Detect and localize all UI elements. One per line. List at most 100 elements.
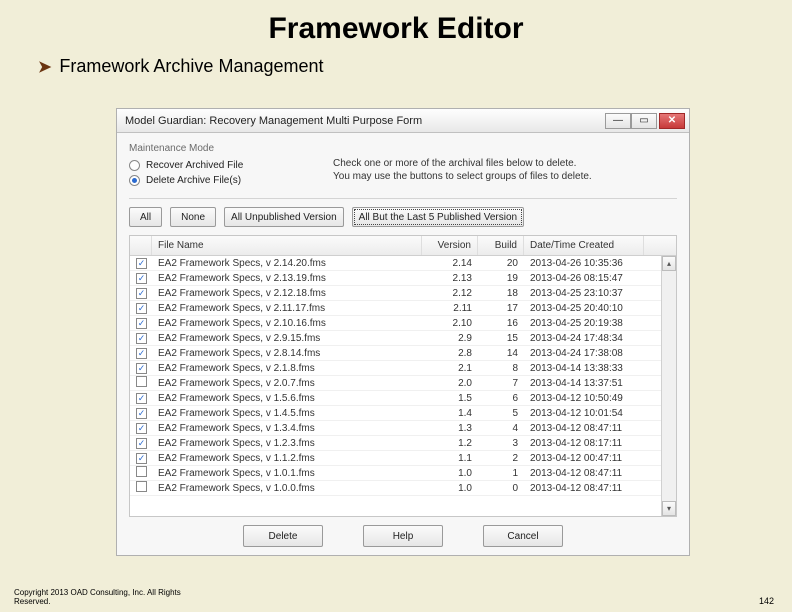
- cell-filename: EA2 Framework Specs, v 2.14.20.fms: [152, 258, 422, 269]
- row-checkbox[interactable]: [130, 303, 152, 314]
- row-checkbox[interactable]: [130, 363, 152, 374]
- table-row[interactable]: EA2 Framework Specs, v 2.0.7.fms2.072013…: [130, 376, 676, 391]
- table-row[interactable]: EA2 Framework Specs, v 2.13.19.fms2.1319…: [130, 271, 676, 286]
- table-row[interactable]: EA2 Framework Specs, v 1.1.2.fms1.122013…: [130, 451, 676, 466]
- cell-build: 6: [478, 393, 524, 404]
- table-row[interactable]: EA2 Framework Specs, v 2.10.16.fms2.1016…: [130, 316, 676, 331]
- row-checkbox[interactable]: [130, 481, 152, 495]
- cell-build: 18: [478, 288, 524, 299]
- table-row[interactable]: EA2 Framework Specs, v 2.12.18.fms2.1218…: [130, 286, 676, 301]
- col-build[interactable]: Build: [478, 236, 524, 255]
- cell-version: 1.5: [422, 393, 478, 404]
- row-checkbox[interactable]: [130, 376, 152, 390]
- cell-version: 1.2: [422, 438, 478, 449]
- cell-date: 2013-04-25 20:19:38: [524, 318, 644, 329]
- cell-build: 7: [478, 378, 524, 389]
- maximize-button[interactable]: ▭: [631, 113, 657, 129]
- col-date[interactable]: Date/Time Created: [524, 236, 644, 255]
- cell-build: 0: [478, 483, 524, 494]
- cell-date: 2013-04-25 23:10:37: [524, 288, 644, 299]
- help-button[interactable]: Help: [363, 525, 443, 547]
- mode-label: Maintenance Mode: [129, 143, 677, 154]
- checkbox-icon: [136, 288, 147, 299]
- cell-build: 19: [478, 273, 524, 284]
- row-checkbox[interactable]: [130, 438, 152, 449]
- table-row[interactable]: EA2 Framework Specs, v 1.5.6.fms1.562013…: [130, 391, 676, 406]
- close-button[interactable]: ✕: [659, 113, 685, 129]
- select-all-but-last5-button[interactable]: All But the Last 5 Published Version: [352, 207, 524, 227]
- cell-version: 2.1: [422, 363, 478, 374]
- cell-build: 2: [478, 453, 524, 464]
- row-checkbox[interactable]: [130, 273, 152, 284]
- row-checkbox[interactable]: [130, 466, 152, 480]
- cell-filename: EA2 Framework Specs, v 1.4.5.fms: [152, 408, 422, 419]
- table-header: File Name Version Build Date/Time Create…: [130, 236, 676, 256]
- checkbox-icon: [136, 408, 147, 419]
- row-checkbox[interactable]: [130, 333, 152, 344]
- cell-version: 2.14: [422, 258, 478, 269]
- cell-version: 2.12: [422, 288, 478, 299]
- dialog-window: Model Guardian: Recovery Management Mult…: [116, 108, 690, 556]
- radio-delete[interactable]: Delete Archive File(s): [129, 175, 309, 186]
- cell-filename: EA2 Framework Specs, v 2.1.8.fms: [152, 363, 422, 374]
- radio-icon: [129, 175, 140, 186]
- table-row[interactable]: EA2 Framework Specs, v 2.1.8.fms2.182013…: [130, 361, 676, 376]
- scrollbar[interactable]: ▴ ▾: [661, 256, 676, 516]
- checkbox-icon: [136, 363, 147, 374]
- row-checkbox[interactable]: [130, 288, 152, 299]
- table-row[interactable]: EA2 Framework Specs, v 1.2.3.fms1.232013…: [130, 436, 676, 451]
- scroll-up-icon[interactable]: ▴: [662, 256, 676, 271]
- cancel-button[interactable]: Cancel: [483, 525, 563, 547]
- checkbox-icon: [136, 423, 147, 434]
- cell-date: 2013-04-12 08:47:11: [524, 483, 644, 494]
- instructions: You may use the buttons to select groups…: [333, 171, 592, 184]
- cell-build: 8: [478, 363, 524, 374]
- table-row[interactable]: EA2 Framework Specs, v 1.0.0.fms1.002013…: [130, 481, 676, 496]
- checkbox-icon: [136, 376, 147, 387]
- radio-icon: [129, 160, 140, 171]
- select-all-button[interactable]: All: [129, 207, 162, 227]
- row-checkbox[interactable]: [130, 453, 152, 464]
- scroll-down-icon[interactable]: ▾: [662, 501, 676, 516]
- cell-filename: EA2 Framework Specs, v 2.13.19.fms: [152, 273, 422, 284]
- select-none-button[interactable]: None: [170, 207, 216, 227]
- cell-date: 2013-04-14 13:37:51: [524, 378, 644, 389]
- cell-date: 2013-04-12 00:47:11: [524, 453, 644, 464]
- radio-recover[interactable]: Recover Archived File: [129, 160, 309, 171]
- cell-filename: EA2 Framework Specs, v 1.0.0.fms: [152, 483, 422, 494]
- cell-version: 1.4: [422, 408, 478, 419]
- cell-version: 2.10: [422, 318, 478, 329]
- checkbox-icon: [136, 273, 147, 284]
- bullet-text: Framework Archive Management: [59, 56, 323, 77]
- cell-filename: EA2 Framework Specs, v 1.0.1.fms: [152, 468, 422, 479]
- table-row[interactable]: EA2 Framework Specs, v 1.4.5.fms1.452013…: [130, 406, 676, 421]
- row-checkbox[interactable]: [130, 393, 152, 404]
- select-unpublished-button[interactable]: All Unpublished Version: [224, 207, 344, 227]
- cell-date: 2013-04-12 08:47:11: [524, 423, 644, 434]
- table-row[interactable]: EA2 Framework Specs, v 1.3.4.fms1.342013…: [130, 421, 676, 436]
- checkbox-icon: [136, 258, 147, 269]
- col-filename[interactable]: File Name: [152, 236, 422, 255]
- titlebar: Model Guardian: Recovery Management Mult…: [117, 109, 689, 133]
- bullet-row: ➤ Framework Archive Management: [0, 52, 792, 87]
- cell-version: 2.9: [422, 333, 478, 344]
- table-row[interactable]: EA2 Framework Specs, v 2.9.15.fms2.91520…: [130, 331, 676, 346]
- row-checkbox[interactable]: [130, 423, 152, 434]
- row-checkbox[interactable]: [130, 408, 152, 419]
- cell-filename: EA2 Framework Specs, v 1.3.4.fms: [152, 423, 422, 434]
- table-row[interactable]: EA2 Framework Specs, v 2.8.14.fms2.81420…: [130, 346, 676, 361]
- table-row[interactable]: EA2 Framework Specs, v 1.0.1.fms1.012013…: [130, 466, 676, 481]
- cell-build: 17: [478, 303, 524, 314]
- cell-build: 14: [478, 348, 524, 359]
- cell-date: 2013-04-12 08:17:11: [524, 438, 644, 449]
- table-row[interactable]: EA2 Framework Specs, v 2.11.17.fms2.1117…: [130, 301, 676, 316]
- minimize-button[interactable]: —: [605, 113, 631, 129]
- checkbox-icon: [136, 393, 147, 404]
- row-checkbox[interactable]: [130, 348, 152, 359]
- delete-button[interactable]: Delete: [243, 525, 323, 547]
- table-row[interactable]: EA2 Framework Specs, v 2.14.20.fms2.1420…: [130, 256, 676, 271]
- row-checkbox[interactable]: [130, 258, 152, 269]
- row-checkbox[interactable]: [130, 318, 152, 329]
- col-version[interactable]: Version: [422, 236, 478, 255]
- cell-version: 1.1: [422, 453, 478, 464]
